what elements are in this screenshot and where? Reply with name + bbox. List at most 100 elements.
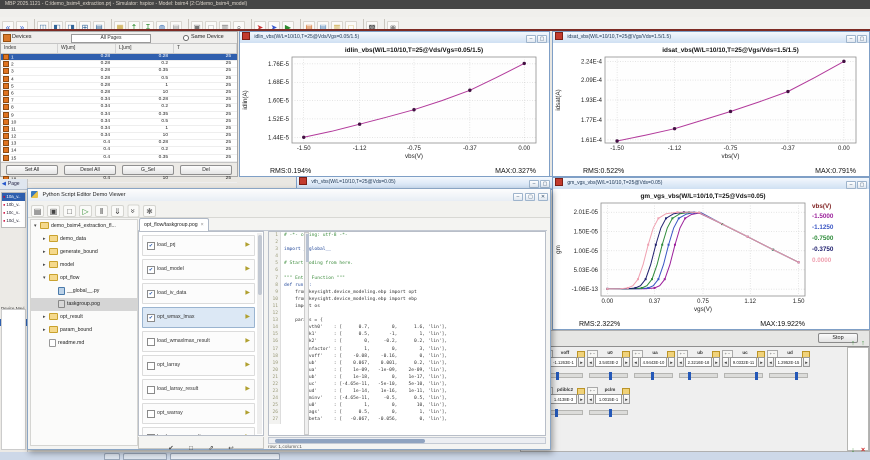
tuner-value[interactable]: 1.4138E-3 (550, 394, 577, 404)
tuner-slider[interactable] (589, 408, 628, 417)
task-checkbox[interactable]: ✔ (147, 266, 155, 274)
tree-item-taskgroup-pog[interactable]: taskgroup.pog (31, 298, 137, 311)
g-sel-button[interactable]: G_Sel (122, 164, 174, 175)
close-button[interactable]: ✕ (538, 192, 548, 201)
slider-thumb[interactable] (556, 371, 560, 380)
editor-new-script-icon[interactable]: □ (63, 205, 76, 217)
tuner-increase-button[interactable]: ▸ (668, 357, 675, 367)
run-task-icon[interactable]: ▶ (245, 404, 250, 423)
task-checkbox[interactable] (147, 410, 155, 418)
slider-thumb[interactable] (555, 408, 559, 417)
table-row[interactable]: 7 0.34 0.28 25 (1, 97, 237, 105)
task-load_larray_result[interactable]: load_larray_result ▶ (142, 379, 255, 400)
device-navigator-tree[interactable] (1, 309, 26, 450)
tree-item-model[interactable]: ▸ model (31, 259, 137, 272)
editor-collapse-all-icon[interactable]: » (127, 204, 140, 218)
table-row[interactable]: 13 0.4 0.28 25 (1, 140, 237, 148)
task-checkbox[interactable] (147, 386, 155, 394)
tab-taskgroup[interactable]: opt_flow/taskgroup.pog × (139, 218, 209, 231)
task-load_model[interactable]: ✔ load_model ▶ (142, 259, 255, 280)
del-button[interactable]: Del (180, 164, 232, 175)
task-load_warray_result[interactable]: load_warray_result ▶ (142, 427, 255, 435)
tuner-slider[interactable] (724, 371, 763, 380)
table-row[interactable]: 12 0.34 10 25 (1, 133, 237, 141)
slider-thumb[interactable] (795, 371, 799, 380)
code-horizontal-scrollbar[interactable] (268, 437, 546, 444)
table-row[interactable]: 14 0.4 0.2 25 (1, 147, 237, 155)
task-checkbox[interactable]: ✔ (147, 314, 155, 322)
tree-item-demo-bsim4-extraction-fl-[interactable]: ▾ demo_bsim4_extraction_fl... (31, 220, 137, 233)
table-row[interactable]: 9 0.34 0.35 25 (1, 111, 237, 119)
tree-item-demo-data[interactable]: ▸ demo_data (31, 233, 137, 246)
remove-icon[interactable]: × (858, 447, 868, 454)
page-list-item[interactable]: ●10c_v.. (2, 209, 25, 217)
editor-run-script-icon[interactable]: ▷ (79, 205, 92, 217)
tuner-value[interactable]: 9.0332E-11 (730, 357, 757, 367)
task-opt_wmax_lmax[interactable]: ✔ opt_wmax_lmax ▶ (142, 307, 255, 328)
table-row[interactable]: 3 0.28 0.35 25 (1, 68, 237, 76)
scrollbar-thumb[interactable] (257, 235, 262, 295)
table-row[interactable]: 15 0.4 0.35 25 (1, 154, 237, 162)
task-checkbox[interactable] (147, 362, 155, 370)
tuner-decrease-button[interactable]: ◂ (722, 357, 729, 367)
task-load_wmaxlmax_result[interactable]: load_wmaxlmax_result ▶ (142, 331, 255, 352)
tuner-slider[interactable] (769, 371, 808, 380)
task-export-tasks-icon[interactable]: ⇗ (201, 443, 221, 454)
run-task-icon[interactable]: ▶ (245, 260, 250, 279)
maximize-button[interactable]: ▢ (537, 34, 547, 43)
desel-all-button[interactable]: Desel All (64, 164, 116, 175)
page-list-item[interactable]: ●10d_v.. (2, 217, 25, 225)
move-up-icon[interactable]: ↑ (848, 340, 858, 347)
table-row[interactable]: 5 0.28 1 25 (1, 82, 237, 90)
task-opt_larray[interactable]: opt_larray ▶ (142, 355, 255, 376)
page-list-item[interactable]: ●10b_v.. (2, 201, 25, 209)
run-task-icon[interactable]: ▶ (245, 284, 250, 303)
move-top-icon[interactable]: ↑ (858, 340, 868, 347)
scrollbar-thumb[interactable] (305, 234, 309, 262)
table-row[interactable]: 4 0.28 0.5 25 (1, 75, 237, 83)
scrollbar-thumb[interactable] (275, 438, 425, 443)
tuner-value[interactable]: 3.5403E-2 (595, 357, 622, 367)
tuner-value[interactable]: 1.2952E-15 (775, 357, 802, 367)
table-row[interactable]: 6 0.28 10 25 (1, 89, 237, 98)
tuner-value[interactable]: 2.3216E-18 (685, 357, 712, 367)
maximize-button[interactable]: ▢ (857, 180, 867, 189)
task-checkbox[interactable] (147, 338, 155, 346)
tuner-decrease-button[interactable]: ◂ (677, 357, 684, 367)
all-pages-select[interactable]: All Pages (71, 33, 151, 43)
tuner-decrease-button[interactable]: ◂ (767, 357, 774, 367)
slider-thumb[interactable] (609, 371, 613, 380)
minimize-button[interactable]: – (512, 192, 523, 201)
editor-save-script-icon[interactable]: ▤ (31, 205, 44, 217)
table-row[interactable]: 8 0.34 0.2 25 (1, 104, 237, 112)
run-task-icon[interactable]: ▶ (245, 332, 250, 351)
tree-item--global-py[interactable]: __global__.py (31, 285, 137, 298)
code-editor[interactable]: 1 # -*- coding: utf-8 -*- 2 3 import __globa… (268, 231, 546, 436)
tuner-value[interactable]: -1.1263E-1 (550, 357, 577, 367)
task-checkbox[interactable]: ✔ (147, 290, 155, 298)
run-task-icon[interactable]: ▶ (245, 308, 250, 327)
task-load_iv_data[interactable]: ✔ load_iv_data ▶ (142, 283, 255, 304)
code-vertical-scrollbar[interactable] (304, 232, 309, 435)
tree-item-readme-md[interactable]: readme.md (31, 337, 137, 350)
slider-thumb[interactable] (688, 371, 692, 380)
run-task-icon[interactable]: ▶ (245, 428, 250, 435)
tuner-slider[interactable] (679, 371, 718, 380)
tuner-increase-button[interactable]: ▸ (578, 394, 585, 404)
collapse-left-icon[interactable]: ◀ (0, 181, 8, 187)
tree-item-opt-flow[interactable]: ▾ opt_flow (31, 272, 137, 285)
minimize-button[interactable]: – (846, 180, 856, 189)
set-all-button[interactable]: Set All (6, 164, 58, 175)
tuner-increase-button[interactable]: ▸ (758, 357, 765, 367)
tree-item-generate-bound[interactable]: ▸ generate_bound (31, 246, 137, 259)
slider-thumb[interactable] (651, 371, 655, 380)
maximize-button[interactable]: ▢ (540, 179, 550, 188)
tree-item-opt-result[interactable]: ▸ opt_result (31, 311, 137, 324)
minimize-button[interactable]: – (526, 34, 536, 43)
task-opt_warray[interactable]: opt_warray ▶ (142, 403, 255, 424)
minimize-button[interactable]: – (846, 34, 856, 43)
tuner-decrease-button[interactable]: ◂ (632, 357, 639, 367)
task-stop-tasks-icon[interactable]: □ (181, 443, 201, 454)
run-task-icon[interactable]: ▶ (245, 236, 250, 255)
table-row[interactable]: 180.41025 (1, 176, 237, 184)
